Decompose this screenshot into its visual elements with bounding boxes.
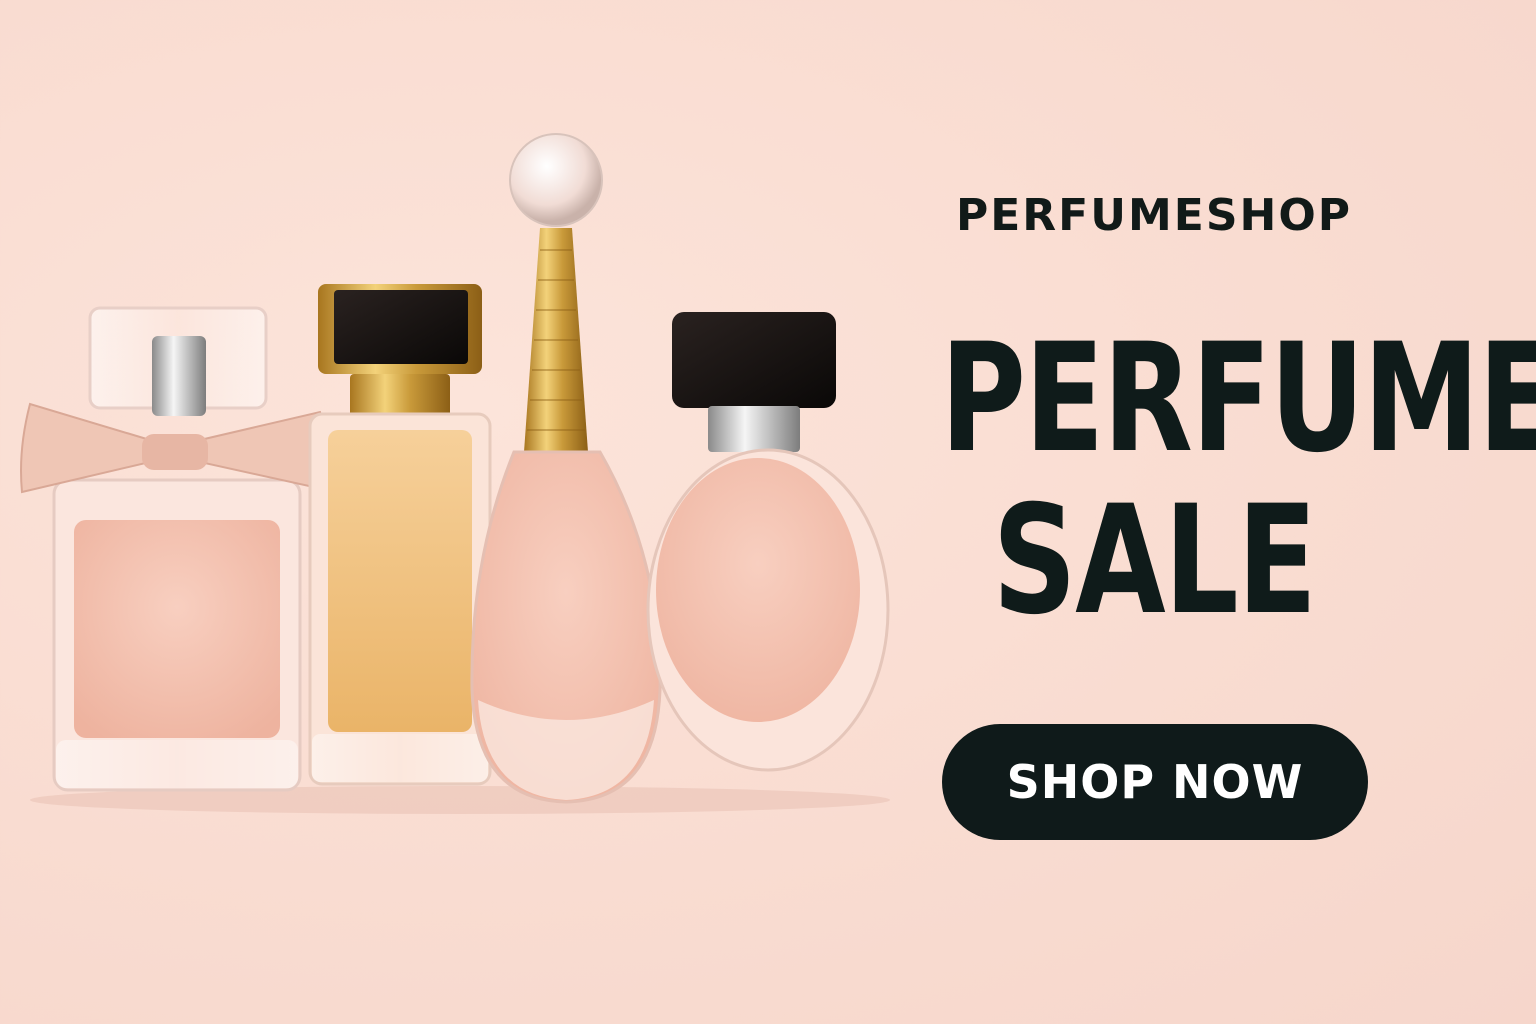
bow-bottle [20, 306, 327, 792]
perfume-bottles-illustration [20, 133, 890, 814]
headline-line-2: SALE [992, 474, 1317, 648]
brand-name: PERFUMESHOP [956, 190, 1352, 241]
sale-headline: PERFUME SALE [940, 312, 1536, 648]
oval-bottle [646, 312, 890, 772]
shop-now-button[interactable]: SHOP NOW [942, 724, 1368, 840]
headline-line-1: PERFUME [940, 312, 1536, 486]
teardrop-bottle [470, 133, 662, 804]
promo-text-panel: PERFUMESHOP PERFUME SALE SHOP NOW [880, 0, 1536, 1024]
rectangle-gold-bottle [308, 284, 492, 786]
perfume-sale-banner: PERFUMESHOP PERFUME SALE SHOP NOW [0, 0, 1536, 1024]
